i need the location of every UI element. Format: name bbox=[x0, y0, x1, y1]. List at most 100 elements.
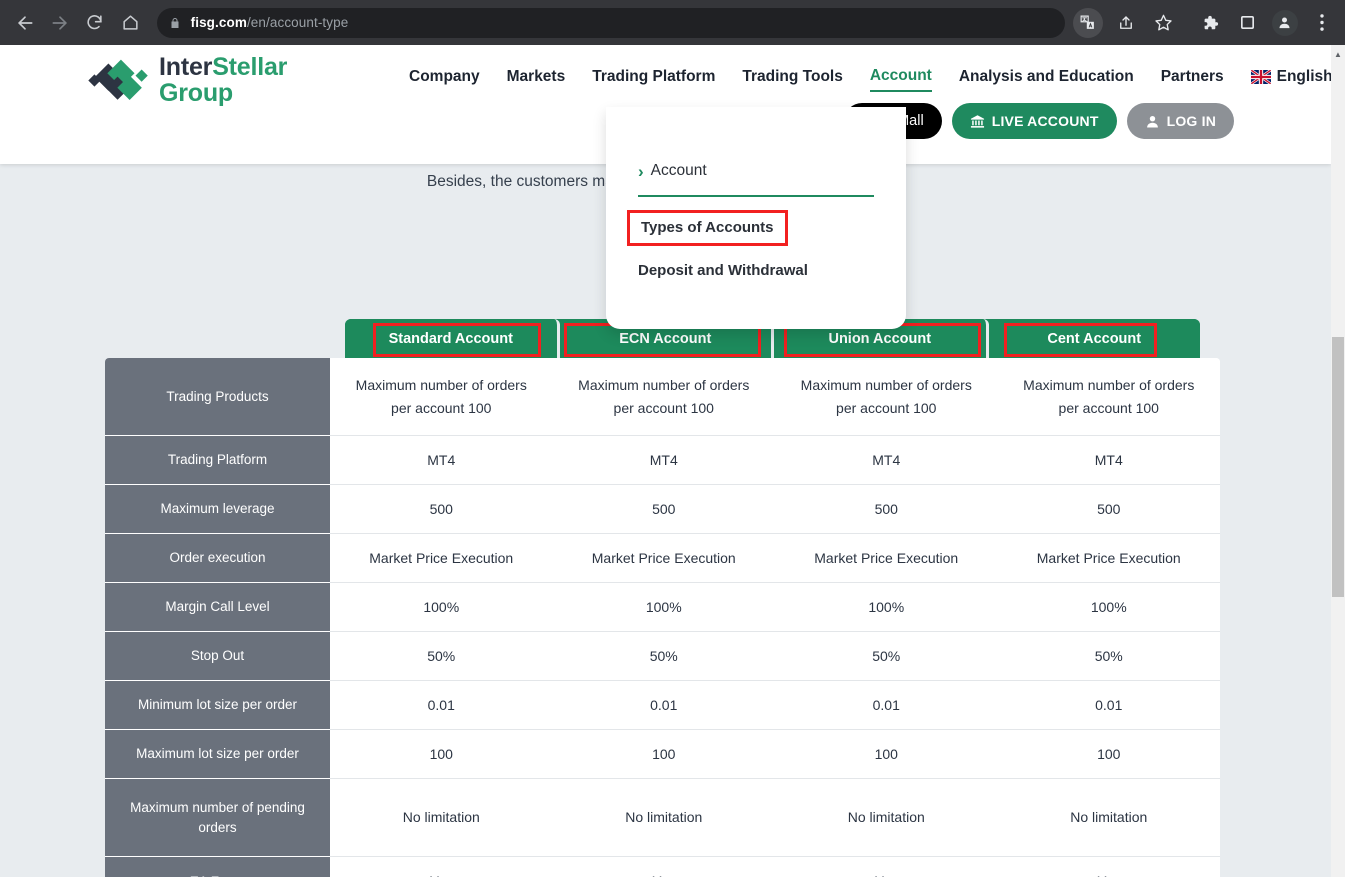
url-text: fisg.com/en/account-type bbox=[191, 15, 349, 30]
table-cell: 100% bbox=[997, 583, 1220, 632]
live-account-label: LIVE ACCOUNT bbox=[991, 113, 1099, 129]
log-in-button[interactable]: LOG IN bbox=[1126, 103, 1234, 139]
table-row: Margin Call Level 100% 100% 100% 100% bbox=[105, 583, 1220, 632]
table-cell: Maximum number of orders per account 100 bbox=[330, 358, 553, 436]
reload-button[interactable] bbox=[80, 6, 109, 40]
lock-icon bbox=[169, 16, 181, 30]
table-cell: 100 bbox=[330, 730, 553, 779]
logo-text-group: Group bbox=[159, 79, 233, 107]
table-cell: MT4 bbox=[997, 436, 1220, 485]
nav-item-markets[interactable]: Markets bbox=[507, 68, 566, 91]
table-cell: Yes bbox=[330, 857, 553, 877]
table-cell: 50% bbox=[997, 632, 1220, 681]
table-row: Maximum number of pending orders No limi… bbox=[105, 779, 1220, 857]
chrome-menu-button[interactable] bbox=[1307, 8, 1337, 38]
table-cell: MT4 bbox=[330, 436, 553, 485]
table-cell: Yes bbox=[997, 857, 1220, 877]
bookmark-button[interactable] bbox=[1149, 8, 1179, 38]
table-cell: 500 bbox=[330, 485, 553, 534]
dropdown-item-types-of-accounts[interactable]: Types of Accounts bbox=[627, 210, 788, 246]
translate-button[interactable] bbox=[1072, 7, 1103, 38]
table-cell: 100 bbox=[775, 730, 998, 779]
tab-label: Cent Account bbox=[1047, 330, 1142, 347]
nav-item-account[interactable]: Account bbox=[869, 67, 932, 92]
side-panel-button[interactable] bbox=[1233, 8, 1263, 38]
table-cell: Market Price Execution bbox=[330, 534, 553, 583]
scroll-up-arrow-icon[interactable]: ▲ bbox=[1331, 51, 1345, 59]
main-navigation: Company Markets Trading Platform Trading… bbox=[409, 67, 1331, 92]
language-selector[interactable]: English bbox=[1250, 68, 1331, 91]
live-account-button[interactable]: LIVE ACCOUNT bbox=[951, 103, 1117, 139]
table-cell: 0.01 bbox=[775, 681, 998, 730]
nav-item-company[interactable]: Company bbox=[409, 68, 480, 91]
logo-text-inter: Inter bbox=[159, 53, 213, 81]
table-cell: 50% bbox=[552, 632, 775, 681]
url-path: /en/account-type bbox=[246, 15, 349, 30]
table-cell: Yes bbox=[552, 857, 775, 877]
reload-icon bbox=[87, 15, 103, 30]
translate-icon bbox=[1081, 15, 1095, 29]
table-cell: 0.01 bbox=[997, 681, 1220, 730]
row-label: Trading Products bbox=[105, 358, 330, 436]
table-row: Maximum leverage 500 500 500 500 bbox=[105, 485, 1220, 534]
home-button[interactable] bbox=[115, 6, 144, 40]
tab-standard-account[interactable]: Standard Account bbox=[345, 319, 560, 358]
dropdown-item-deposit-and-withdrawal[interactable]: Deposit and Withdrawal bbox=[638, 262, 808, 279]
forward-arrow-icon bbox=[52, 15, 67, 30]
interstellar-logo-icon bbox=[88, 59, 148, 100]
chevron-right-icon: › bbox=[638, 161, 644, 181]
forward-button[interactable] bbox=[45, 6, 74, 40]
row-label: Stop Out bbox=[105, 632, 330, 681]
side-panel-icon bbox=[1241, 16, 1255, 29]
table-row: Maximum lot size per order 100 100 100 1… bbox=[105, 730, 1220, 779]
logo-wordmark: InterStellar Group bbox=[159, 54, 287, 106]
row-label: Maximum leverage bbox=[105, 485, 330, 534]
table-cell: 500 bbox=[997, 485, 1220, 534]
extensions-button[interactable] bbox=[1195, 8, 1225, 38]
share-icon bbox=[1120, 15, 1132, 29]
table-row: Minimum lot size per order 0.01 0.01 0.0… bbox=[105, 681, 1220, 730]
nav-item-trading-tools[interactable]: Trading Tools bbox=[742, 68, 842, 91]
logo-text-stellar: Stellar bbox=[212, 53, 288, 81]
row-label: Minimum lot size per order bbox=[105, 681, 330, 730]
browser-toolbar: fisg.com/en/account-type bbox=[0, 0, 1345, 45]
profile-button[interactable] bbox=[1271, 9, 1298, 36]
table-cell: Maximum number of orders per account 100 bbox=[552, 358, 775, 436]
table-cell: No limitation bbox=[552, 779, 775, 857]
address-bar[interactable]: fisg.com/en/account-type bbox=[156, 7, 1065, 38]
uk-flag-icon bbox=[1250, 70, 1271, 84]
table-row: EA Favor Yes Yes Yes Yes bbox=[105, 857, 1220, 877]
three-dot-menu-icon bbox=[1320, 14, 1324, 31]
table-cell: MT4 bbox=[552, 436, 775, 485]
browser-actions bbox=[1069, 7, 1345, 38]
table-cell: Yes bbox=[775, 857, 998, 877]
share-button[interactable] bbox=[1111, 8, 1141, 38]
table-cell: Maximum number of orders per account 100 bbox=[997, 358, 1220, 436]
table-cell: 100 bbox=[997, 730, 1220, 779]
table-row: Order execution Market Price Execution M… bbox=[105, 534, 1220, 583]
dropdown-title: Account bbox=[650, 162, 707, 179]
scrollbar-thumb[interactable] bbox=[1332, 337, 1344, 597]
nav-item-partners[interactable]: Partners bbox=[1161, 68, 1224, 91]
table-cell: 100 bbox=[552, 730, 775, 779]
table-cell: 0.01 bbox=[552, 681, 775, 730]
table-cell: Market Price Execution bbox=[775, 534, 998, 583]
page-scrollbar[interactable]: ▲ bbox=[1331, 45, 1345, 877]
account-comparison-table: Trading Products Maximum number of order… bbox=[105, 358, 1220, 877]
nav-item-analysis-and-education[interactable]: Analysis and Education bbox=[959, 68, 1134, 91]
table-cell: 50% bbox=[775, 632, 998, 681]
nav-item-trading-platform[interactable]: Trading Platform bbox=[592, 68, 715, 91]
row-label: Order execution bbox=[105, 534, 330, 583]
profile-avatar-icon bbox=[1279, 17, 1290, 29]
back-button[interactable] bbox=[10, 6, 39, 40]
log-in-label: LOG IN bbox=[1166, 113, 1216, 129]
table-cell: No limitation bbox=[330, 779, 553, 857]
tab-cent-account[interactable]: Cent Account bbox=[988, 319, 1200, 358]
table-cell: 50% bbox=[330, 632, 553, 681]
table-cell: 500 bbox=[775, 485, 998, 534]
table-cell: Market Price Execution bbox=[997, 534, 1220, 583]
table-row: Trading Platform MT4 MT4 MT4 MT4 bbox=[105, 436, 1220, 485]
row-label: Trading Platform bbox=[105, 436, 330, 485]
site-logo[interactable]: InterStellar Group bbox=[88, 54, 287, 106]
table-cell: Maximum number of orders per account 100 bbox=[775, 358, 998, 436]
